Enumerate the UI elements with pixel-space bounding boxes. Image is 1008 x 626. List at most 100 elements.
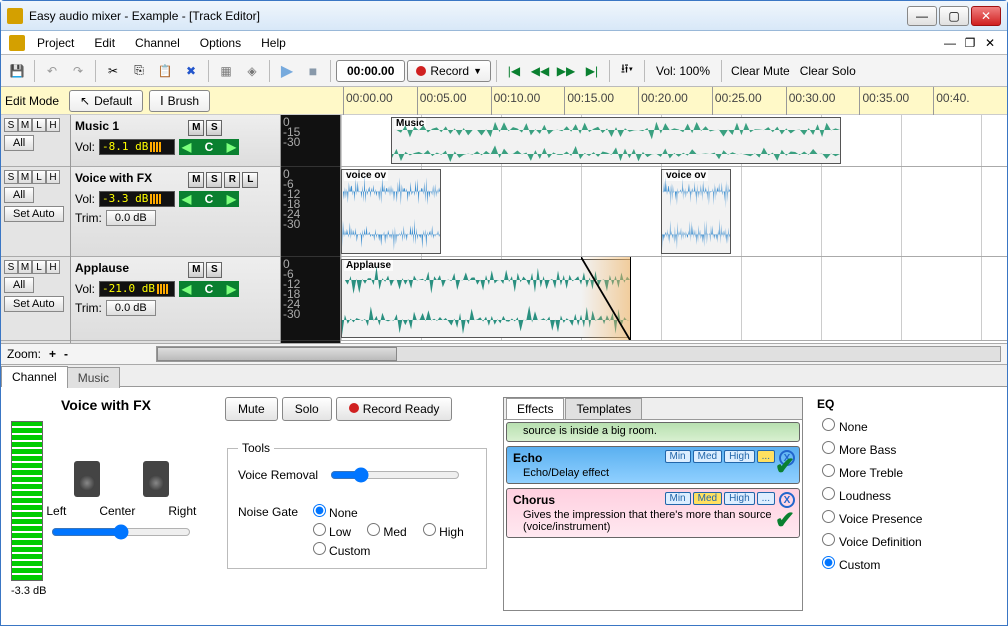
record-button[interactable]: Record▼ (407, 60, 491, 82)
noise-gate-none[interactable]: None (308, 506, 358, 520)
track-trim-value[interactable]: 0.0 dB (106, 210, 156, 226)
solo-button[interactable]: Solo (282, 397, 332, 421)
eq-option[interactable]: None (817, 415, 947, 434)
tool1-icon[interactable]: ▦ (214, 59, 238, 83)
menu-project[interactable]: Project (29, 33, 82, 53)
rewind-icon[interactable]: ◀◀ (528, 59, 552, 83)
tool2-icon[interactable]: ◈ (240, 59, 264, 83)
track-trim-value[interactable]: 0.0 dB (106, 300, 156, 316)
eq-option[interactable]: Voice Presence (817, 507, 947, 526)
menu-options[interactable]: Options (192, 33, 249, 53)
track-h-button[interactable]: H (46, 118, 60, 132)
zoom-out-button[interactable]: - (64, 347, 68, 361)
track-l-button[interactable]: L (242, 172, 258, 188)
track-solo-button[interactable]: S (206, 120, 222, 136)
track-h-button[interactable]: H (46, 260, 60, 274)
tab-music[interactable]: Music (67, 367, 120, 388)
track-mute-button[interactable]: M (188, 120, 204, 136)
effect-item[interactable]: Echo Echo/Delay effectMinMedHigh...X ✔ (506, 446, 800, 484)
track-pan-box[interactable]: ◀C▶ (179, 191, 239, 207)
noise-gate-custom[interactable]: Custom (308, 544, 370, 558)
redo-icon[interactable]: ↷ (66, 59, 90, 83)
eq-option[interactable]: More Bass (817, 438, 947, 457)
mdi-close[interactable]: ✕ (981, 36, 999, 50)
track-mute-button[interactable]: M (188, 172, 204, 188)
track-r-button[interactable]: R (224, 172, 240, 188)
track-m-button[interactable]: M (18, 118, 32, 132)
default-tool-button[interactable]: ↖Default (69, 90, 143, 112)
mute-button[interactable]: Mute (225, 397, 278, 421)
track-all-button[interactable]: All (4, 135, 34, 151)
track-m-button[interactable]: M (18, 260, 32, 274)
track-vol-meter[interactable]: -3.3 dB (99, 191, 175, 207)
effect-level-button[interactable]: Med (693, 450, 722, 463)
track-all-button[interactable]: All (4, 187, 34, 203)
track-setauto-button[interactable]: Set Auto (4, 206, 64, 222)
noise-gate-med[interactable]: Med (362, 525, 406, 539)
horizontal-scrollbar[interactable] (156, 346, 1001, 362)
effect-level-button[interactable]: High (724, 492, 755, 505)
clear-solo-button[interactable]: Clear Solo (796, 64, 860, 78)
audio-clip[interactable]: voice ov (661, 169, 731, 254)
tab-channel[interactable]: Channel (1, 366, 68, 387)
effect-level-button[interactable]: ... (757, 492, 775, 505)
track-m-button[interactable]: M (18, 170, 32, 184)
audio-clip[interactable]: Music (391, 117, 841, 164)
record-ready-button[interactable]: Record Ready (336, 397, 453, 421)
rewind-start-icon[interactable]: |◀ (502, 59, 526, 83)
cut-icon[interactable]: ✂ (101, 59, 125, 83)
stop-icon[interactable]: ■ (301, 59, 325, 83)
delete-icon[interactable]: ✖ (179, 59, 203, 83)
track-l-button[interactable]: L (32, 260, 46, 274)
forward-icon[interactable]: ▶▶ (554, 59, 578, 83)
menu-help[interactable]: Help (253, 33, 294, 53)
track-vol-meter[interactable]: -8.1 dB (99, 139, 175, 155)
voice-removal-slider[interactable] (330, 467, 460, 483)
save-icon[interactable]: 💾 (5, 59, 29, 83)
zoom-in-button[interactable]: + (49, 347, 56, 361)
track-h-button[interactable]: H (46, 170, 60, 184)
clear-mute-button[interactable]: Clear Mute (727, 64, 794, 78)
track-solo-button[interactable]: S (206, 262, 222, 278)
audio-clip[interactable]: voice ov (341, 169, 441, 254)
track-solo-button[interactable]: S (206, 172, 222, 188)
play-icon[interactable]: ▶ (275, 59, 299, 83)
effect-level-button[interactable]: Min (665, 492, 691, 505)
forward-end-icon[interactable]: ▶| (580, 59, 604, 83)
eq-option[interactable]: Loudness (817, 484, 947, 503)
minimize-button[interactable]: — (907, 6, 937, 26)
loop-icon[interactable]: ⭿▾ (615, 59, 639, 83)
noise-gate-low[interactable]: Low (308, 525, 351, 539)
track-pan-box[interactable]: ◀C▶ (179, 281, 239, 297)
track-setauto-button[interactable]: Set Auto (4, 296, 64, 312)
effect-item[interactable]: Chorus Gives the impression that there's… (506, 488, 800, 538)
track-all-button[interactable]: All (4, 277, 34, 293)
noise-gate-high[interactable]: High (418, 525, 464, 539)
effect-level-button[interactable]: High (724, 450, 755, 463)
undo-icon[interactable]: ↶ (40, 59, 64, 83)
effect-level-button[interactable]: Med (693, 492, 722, 505)
track-s-button[interactable]: S (4, 260, 18, 274)
paste-icon[interactable]: 📋 (153, 59, 177, 83)
mdi-minimize[interactable]: — (941, 36, 959, 50)
eq-option[interactable]: More Treble (817, 461, 947, 480)
tab-templates[interactable]: Templates (565, 398, 642, 419)
waveform-area[interactable]: Music voice ov voice ov Applause (341, 115, 1007, 343)
tab-effects[interactable]: Effects (506, 398, 564, 419)
pan-slider[interactable] (51, 524, 191, 540)
track-l-button[interactable]: L (32, 170, 46, 184)
track-vol-meter[interactable]: -21.0 dB (99, 281, 175, 297)
eq-option[interactable]: Custom (817, 553, 947, 572)
track-l-button[interactable]: L (32, 118, 46, 132)
maximize-button[interactable]: ▢ (939, 6, 969, 26)
effect-level-button[interactable]: Min (665, 450, 691, 463)
mdi-restore[interactable]: ❐ (961, 36, 979, 50)
effect-level-button[interactable]: ... (757, 450, 775, 463)
track-s-button[interactable]: S (4, 118, 18, 132)
timeline-ruler[interactable]: 00:00.0000:05.0000:10.0000:15.0000:20.00… (343, 87, 1007, 115)
track-s-button[interactable]: S (4, 170, 18, 184)
effect-item[interactable]: source is inside a big room. (506, 422, 800, 442)
close-button[interactable]: ✕ (971, 6, 1001, 26)
menu-channel[interactable]: Channel (127, 33, 188, 53)
eq-option[interactable]: Voice Definition (817, 530, 947, 549)
